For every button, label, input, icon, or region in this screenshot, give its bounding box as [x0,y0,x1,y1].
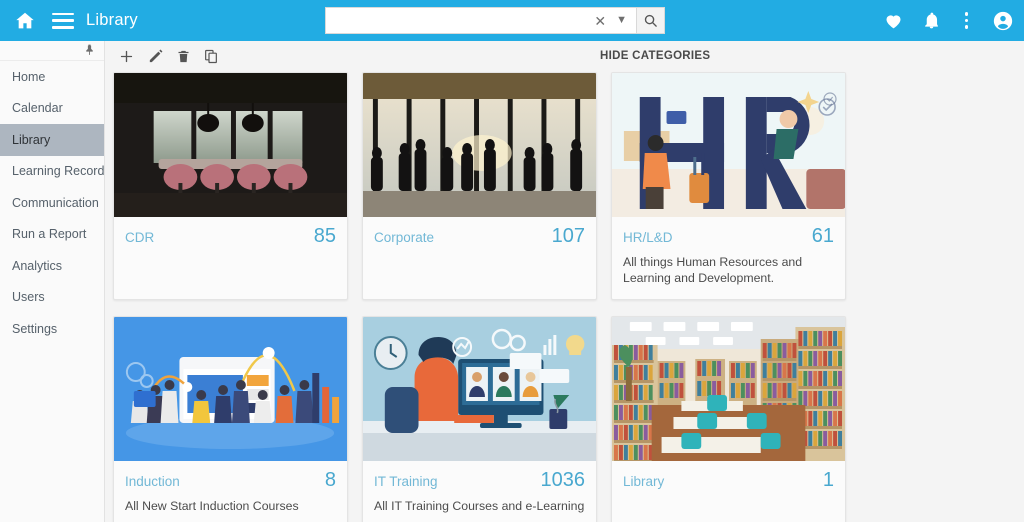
meeting-room-photo [114,73,347,217]
sidebar-item-label: Learning Record [12,164,105,179]
sidebar-item-learning-record[interactable]: Learning Record [0,156,104,188]
category-count: 1036 [540,469,586,492]
category-count: 107 [551,225,585,247]
main-content: HIDE CATEGORIES CDR 85 Corporate 107 HR/… [105,41,1024,522]
category-card-hr-l-d[interactable]: HR/L&D 61 All things Human Resources and… [611,72,846,301]
category-title[interactable]: CDR [125,230,154,245]
hamburger-menu-icon[interactable] [52,12,74,29]
sidebar-item-label: Home [12,69,46,84]
category-title-row: IT Training 1036 [374,470,585,490]
category-card-body: Corporate 107 [363,217,596,287]
category-description: All things Human Resources and Learning … [623,255,803,286]
category-card-body: CDR 85 [114,217,347,287]
app-header: Library ✕ ▼ [0,0,1024,41]
category-title[interactable]: HR/L&D [623,230,673,245]
category-count: 85 [313,225,336,247]
category-count: 8 [324,469,336,492]
sidebar-item-communication[interactable]: Communication [0,187,104,219]
sidebar-item-calendar[interactable]: Calendar [0,93,104,125]
sidebar-item-label: Run a Report [12,227,87,242]
category-card-corporate[interactable]: Corporate 107 [362,72,597,301]
business-people-silhouette-photo [363,73,596,217]
home-icon[interactable] [14,10,36,32]
sidebar-pin-row [0,41,104,61]
sidebar: Home Calendar Library Learning Record Co… [0,41,105,522]
sidebar-item-label: Users [12,290,45,305]
category-title[interactable]: IT Training [374,474,438,489]
sidebar-item-library[interactable]: Library [0,124,104,156]
page-title: Library [86,11,138,29]
heart-icon[interactable] [883,10,904,31]
category-grid: CDR 85 Corporate 107 HR/L&D 61 All thing… [105,72,1024,522]
category-title-row: Corporate 107 [374,226,585,246]
category-card-library[interactable]: Library 1 [611,316,846,522]
copy-icon[interactable] [203,48,219,65]
search-input-wrap: ✕ ▼ [325,7,637,34]
category-title[interactable]: Induction [125,474,180,489]
sidebar-item-label: Communication [12,195,99,210]
pin-icon[interactable] [83,43,96,57]
library-interior-illustration [612,317,845,462]
sidebar-item-label: Analytics [12,258,63,273]
category-card-body: Induction 8 All New Start Induction Cour… [114,461,347,522]
sidebar-item-label: Library [12,132,51,147]
category-description: All New Start Induction Courses [125,499,299,514]
hide-categories-button[interactable]: HIDE CATEGORIES [600,50,710,62]
category-card-cdr[interactable]: CDR 85 [113,72,348,301]
category-title[interactable]: Library [623,474,664,489]
category-title-row: Induction 8 [125,470,336,490]
vertical-dots-icon[interactable] [959,10,975,31]
sidebar-item-analytics[interactable]: Analytics [0,250,104,282]
clear-icon[interactable]: ✕ [589,14,611,28]
chevron-down-icon[interactable]: ▼ [611,15,632,26]
sidebar-item-settings[interactable]: Settings [0,313,104,345]
category-count: 1 [822,469,834,492]
plus-icon[interactable] [118,48,135,65]
header-actions [883,0,1015,41]
category-card-body: HR/L&D 61 All things Human Resources and… [612,217,845,299]
category-count: 61 [811,225,834,247]
category-title[interactable]: Corporate [374,230,434,245]
category-card-it-training[interactable]: IT Training 1036 All IT Training Courses… [362,316,597,522]
pencil-icon[interactable] [147,48,164,65]
sidebar-item-users[interactable]: Users [0,282,104,314]
sidebar-nav: Home Calendar Library Learning Record Co… [0,61,104,345]
trash-icon[interactable] [176,48,191,65]
category-card-body: Library 1 [612,461,845,522]
category-description: All IT Training Courses and e-Learning [374,499,585,514]
search-button[interactable] [637,7,665,34]
category-title-row: Library 1 [623,470,834,490]
sidebar-item-home[interactable]: Home [0,61,104,93]
sidebar-item-label: Settings [12,321,58,336]
category-card-induction[interactable]: Induction 8 All New Start Induction Cour… [113,316,348,522]
video-conference-illustration [363,317,596,462]
search-input[interactable] [334,13,590,28]
user-circle-icon[interactable] [992,10,1014,32]
category-title-row: CDR 85 [125,226,336,246]
hr-letters-illustration [612,73,845,217]
category-card-body: IT Training 1036 All IT Training Courses… [363,461,596,522]
online-learning-illustration [114,317,347,462]
sidebar-item-label: Calendar [12,101,63,116]
search-bar: ✕ ▼ [325,7,665,34]
sidebar-item-run-a-report[interactable]: Run a Report [0,219,104,251]
content-toolbar: HIDE CATEGORIES [105,41,1024,72]
check-circle-icon [822,91,838,107]
bell-icon[interactable] [922,10,941,31]
search-icon [644,14,657,27]
category-title-row: HR/L&D 61 [623,226,834,246]
